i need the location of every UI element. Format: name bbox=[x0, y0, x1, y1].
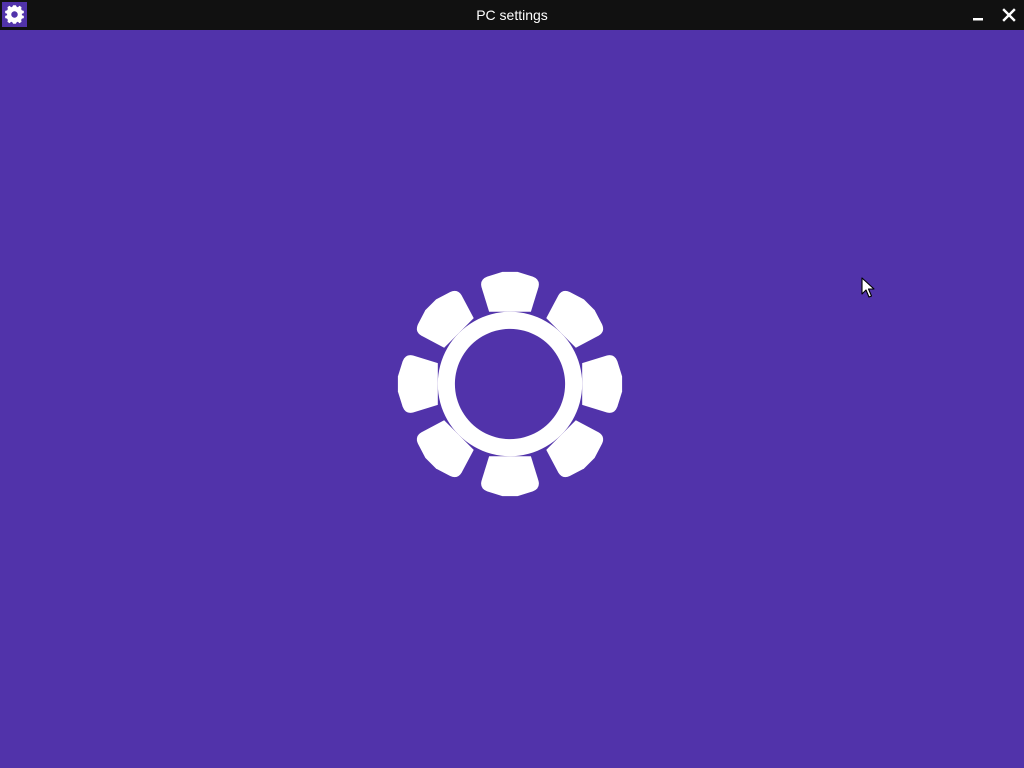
splash-content bbox=[0, 30, 1024, 768]
gear-icon bbox=[397, 271, 623, 497]
close-icon bbox=[1002, 8, 1016, 22]
window-title: PC settings bbox=[476, 7, 548, 23]
title-bar[interactable]: PC settings bbox=[0, 0, 1024, 30]
minimize-button[interactable] bbox=[963, 0, 993, 30]
pc-settings-window: PC settings bbox=[0, 0, 1024, 768]
mouse-cursor-icon bbox=[861, 277, 875, 298]
minimize-icon bbox=[973, 18, 983, 21]
close-button[interactable] bbox=[994, 0, 1024, 30]
